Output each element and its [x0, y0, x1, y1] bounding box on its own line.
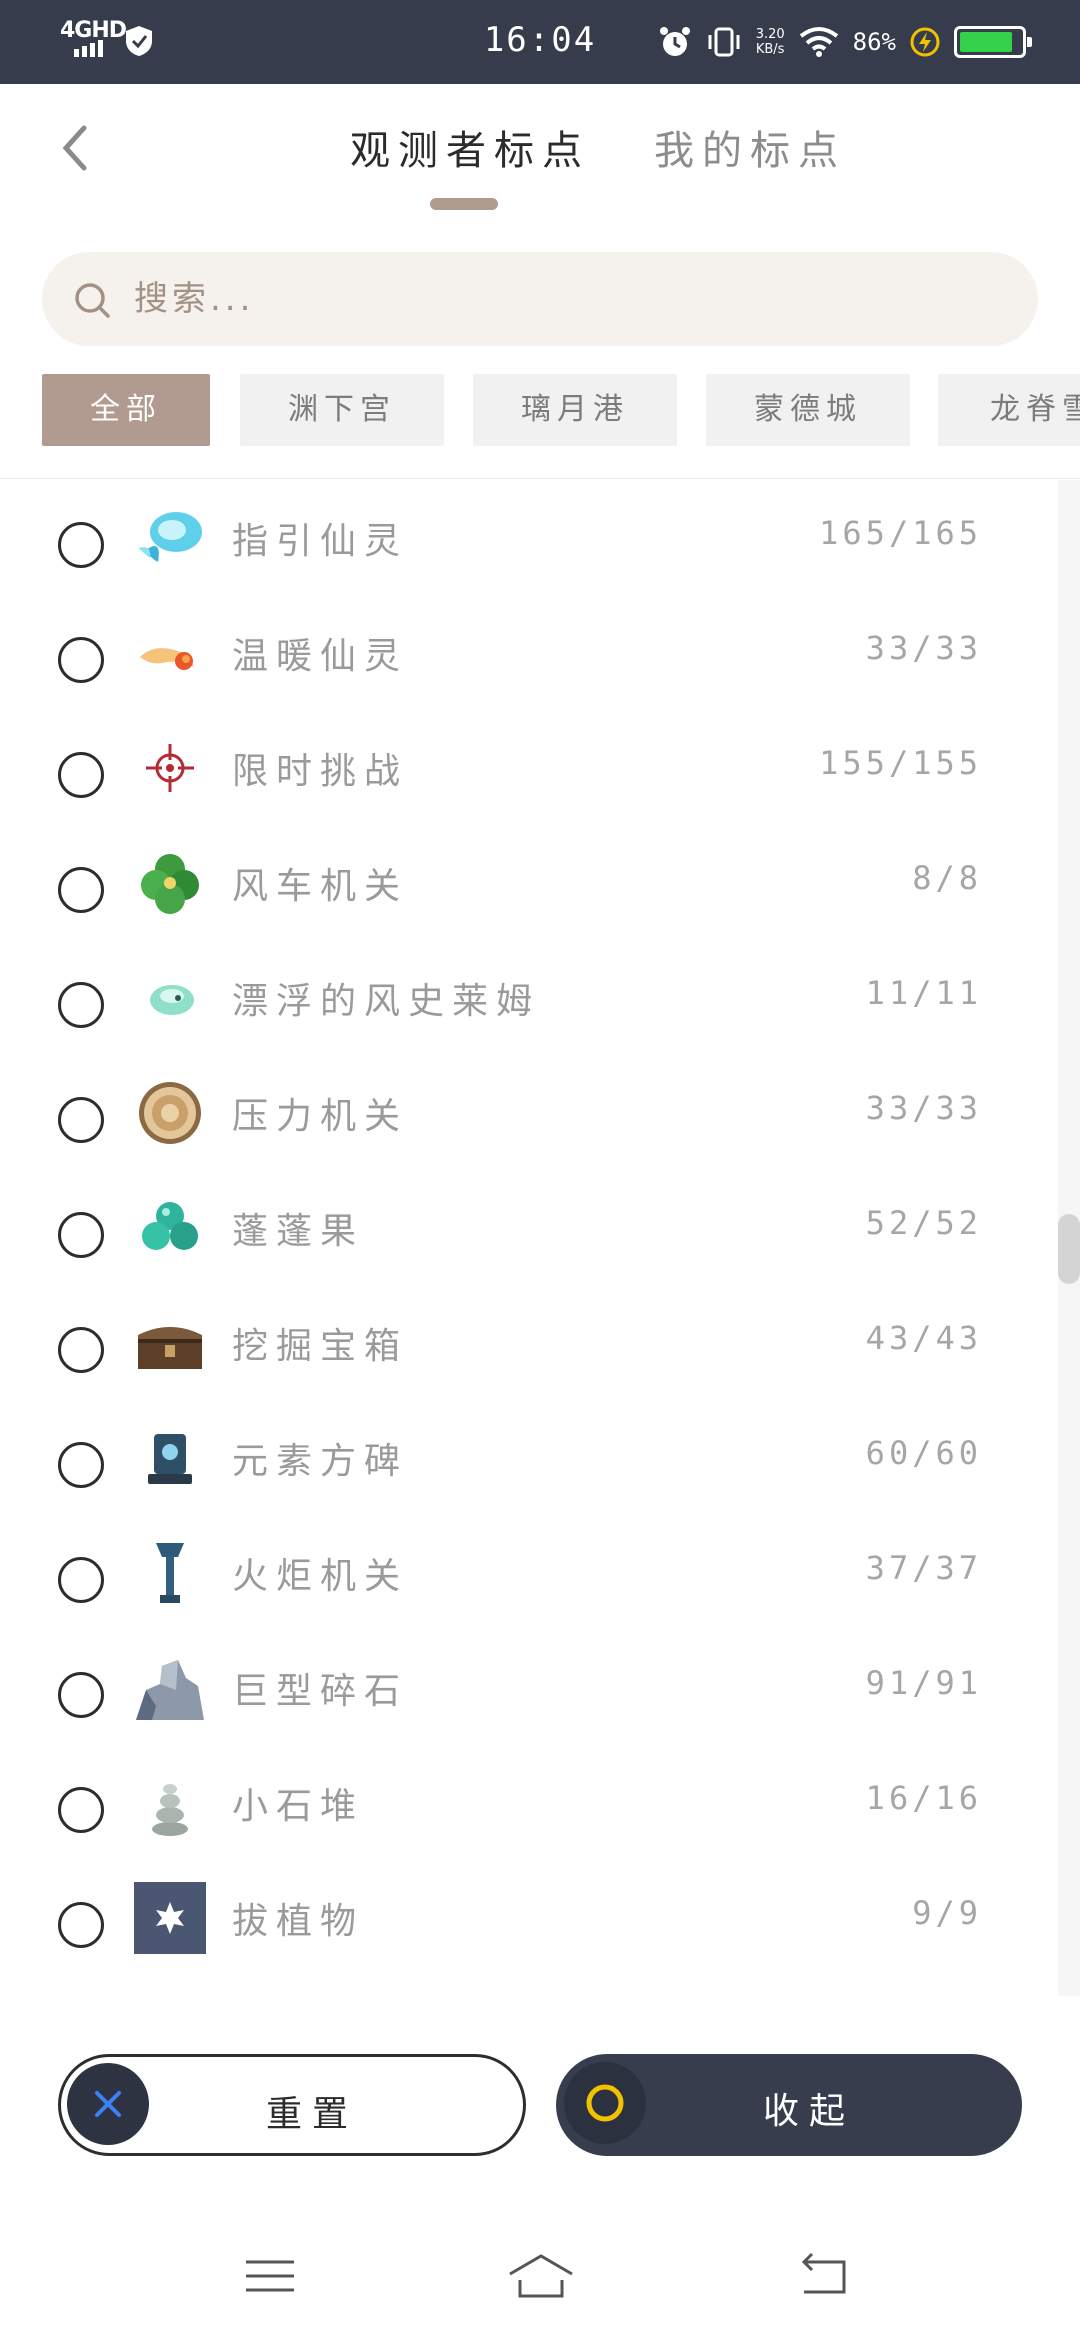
- item-label: 小石堆: [232, 1786, 365, 1827]
- radio-button[interactable]: [58, 1212, 104, 1258]
- status-icons: 3.20 KB/s 86%: [658, 18, 1032, 66]
- radio-button[interactable]: [58, 982, 104, 1028]
- item-label: 蓬蓬果: [232, 1211, 365, 1252]
- filter-enkanomiya[interactable]: 渊下宫: [240, 374, 444, 446]
- search-input[interactable]: [134, 270, 994, 328]
- list-item[interactable]: 温暖仙灵 33/33: [0, 615, 1060, 730]
- menu-icon[interactable]: [240, 2246, 300, 2306]
- search-icon: [75, 283, 110, 318]
- speed-value: 3.20: [755, 27, 785, 42]
- item-label: 指引仙灵: [232, 521, 409, 562]
- network-speed: 3.20 KB/s: [756, 27, 785, 57]
- item-label: 巨型碎石: [232, 1671, 409, 1712]
- list-item[interactable]: 拔植物 9/9: [0, 1880, 1060, 1990]
- radio-button[interactable]: [58, 1787, 104, 1833]
- item-count: 60/60: [865, 1434, 982, 1472]
- radio-button[interactable]: [58, 867, 104, 913]
- buried-chest-icon: [138, 1327, 202, 1369]
- item-count: 16/16: [865, 1779, 982, 1817]
- filter-dragonspine[interactable]: 龙脊雪山: [938, 374, 1080, 446]
- radio-button[interactable]: [58, 1672, 104, 1718]
- item-count: 11/11: [865, 974, 982, 1012]
- item-label: 限时挑战: [232, 751, 409, 792]
- list-item[interactable]: 小石堆 16/16: [0, 1765, 1060, 1880]
- item-count: 9/9: [912, 1894, 982, 1932]
- item-count: 155/155: [819, 744, 982, 782]
- list-item[interactable]: 风车机关 8/8: [0, 845, 1060, 960]
- radio-button[interactable]: [58, 1327, 104, 1373]
- alarm-icon: [659, 27, 690, 56]
- list-item[interactable]: 漂浮的风史莱姆 11/11: [0, 960, 1060, 1075]
- reset-label: 重置: [265, 2094, 358, 2135]
- list-item[interactable]: 巨型碎石 91/91: [0, 1650, 1060, 1765]
- list-item[interactable]: 限时挑战 155/155: [0, 730, 1060, 845]
- tab-my-markers[interactable]: 我的标点: [654, 118, 846, 176]
- bloatty-floatty-icon: [142, 1202, 198, 1250]
- vibrate-icon: [708, 27, 740, 57]
- large-rock-pile-icon: [136, 1660, 204, 1720]
- small-rock-pile-icon: [152, 1784, 188, 1836]
- list-item[interactable]: 压力机关 33/33: [0, 1075, 1060, 1190]
- timed-challenge-icon: [146, 744, 194, 792]
- radio-button[interactable]: [58, 1902, 104, 1948]
- item-label: 元素方碑: [232, 1441, 409, 1482]
- item-count: 33/33: [865, 629, 982, 667]
- item-label: 压力机关: [232, 1096, 409, 1137]
- item-label: 挖掘宝箱: [232, 1326, 409, 1367]
- radio-button[interactable]: [58, 1097, 104, 1143]
- item-count: 33/33: [865, 1089, 982, 1127]
- windmill-mechanism-icon: [141, 854, 199, 914]
- search-bar[interactable]: [42, 252, 1038, 346]
- filter-all[interactable]: 全部: [42, 374, 210, 446]
- pressure-plate-icon: [139, 1082, 201, 1144]
- list-item[interactable]: 指引仙灵 165/165: [0, 500, 1060, 615]
- pluckable-plant-icon: [134, 1882, 206, 1954]
- divider: [0, 478, 1080, 479]
- active-tab-indicator: [430, 198, 498, 210]
- radio-button[interactable]: [58, 637, 104, 683]
- status-bar: 4GHD 16:04 3.20 KB/s 86%: [0, 0, 1080, 84]
- item-count: 43/43: [865, 1319, 982, 1357]
- item-count: 52/52: [865, 1204, 982, 1242]
- list-item[interactable]: 火炬机关 37/37: [0, 1535, 1060, 1650]
- battery-percent: 86%: [852, 28, 896, 56]
- item-count: 8/8: [912, 859, 982, 897]
- wifi-icon: [799, 27, 838, 57]
- speed-unit: KB/s: [755, 42, 785, 57]
- home-icon[interactable]: [506, 2246, 576, 2306]
- item-label: 温暖仙灵: [232, 636, 409, 677]
- item-label: 拔植物: [232, 1901, 365, 1942]
- torch-mechanism-icon: [156, 1543, 184, 1603]
- collapse-label: 收起: [762, 2091, 855, 2132]
- item-label: 风车机关: [232, 866, 409, 907]
- elemental-monument-icon: [148, 1434, 192, 1484]
- marker-list[interactable]: 指引仙灵 165/165 温暖仙灵 33/33 限时挑战 155/155 风车机…: [0, 480, 1060, 1990]
- item-count: 37/37: [865, 1549, 982, 1587]
- item-label: 火炬机关: [232, 1556, 409, 1597]
- list-item[interactable]: 元素方碑 60/60: [0, 1420, 1060, 1535]
- item-label: 漂浮的风史莱姆: [232, 981, 541, 1022]
- battery-icon: [954, 26, 1032, 58]
- item-count: 165/165: [819, 514, 982, 552]
- region-filter-bar: 全部 渊下宫 璃月港 蒙德城 龙脊雪山: [42, 374, 1080, 446]
- list-item[interactable]: 蓬蓬果 52/52: [0, 1190, 1060, 1305]
- back-arrow-icon[interactable]: [50, 118, 100, 178]
- collapse-button[interactable]: 收起: [556, 2054, 1022, 2156]
- radio-button[interactable]: [58, 752, 104, 798]
- warming-seelie-icon: [140, 648, 194, 670]
- radio-button[interactable]: [58, 522, 104, 568]
- filter-liyue-harbor[interactable]: 璃月港: [473, 374, 677, 446]
- floating-anemo-slime-icon: [150, 985, 194, 1015]
- back-icon[interactable]: [794, 2246, 854, 2306]
- reset-button[interactable]: 重置: [58, 2054, 526, 2156]
- charging-icon: [910, 27, 940, 57]
- tab-observer-markers[interactable]: 观测者标点: [350, 118, 590, 176]
- filter-mondstadt[interactable]: 蒙德城: [706, 374, 910, 446]
- radio-button[interactable]: [58, 1557, 104, 1603]
- list-item[interactable]: 挖掘宝箱 43/43: [0, 1305, 1060, 1420]
- radio-button[interactable]: [58, 1442, 104, 1488]
- guide-seelie-icon: [138, 512, 202, 562]
- scrollbar-thumb[interactable]: [1058, 1214, 1080, 1284]
- item-count: 91/91: [865, 1664, 982, 1702]
